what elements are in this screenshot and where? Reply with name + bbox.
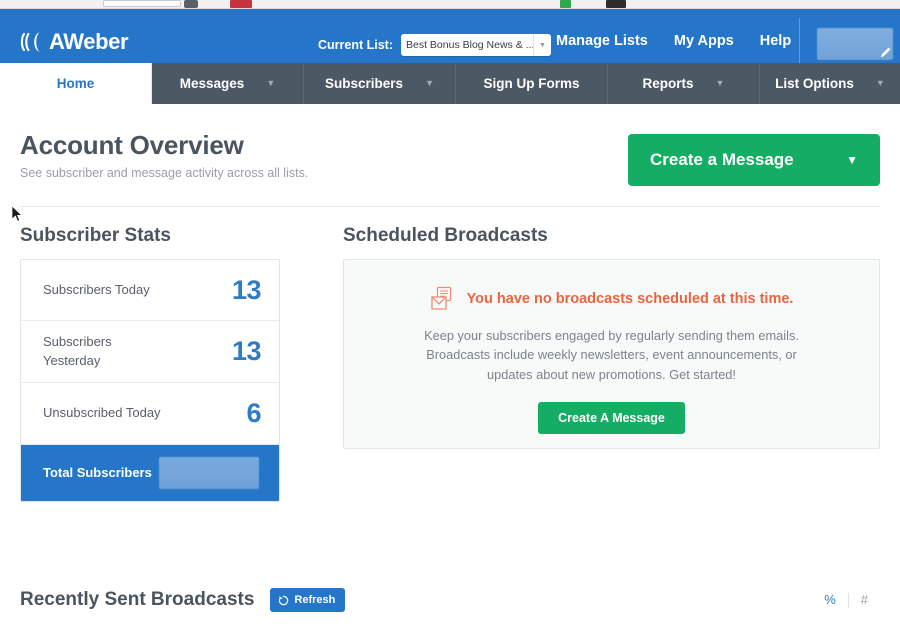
extension-icon[interactable] [184, 0, 198, 8]
stat-value: 13 [231, 336, 262, 366]
tab-sign-up-forms-label: Sign Up Forms [483, 76, 580, 91]
scheduled-broadcasts-empty-panel: You have no broadcasts scheduled at this… [343, 259, 880, 449]
browser-chrome-strip [0, 0, 900, 9]
stat-label: Total Subscribers [43, 464, 152, 480]
subscriber-stats-section: Subscriber Stats Subscribers Today 13 Su… [20, 225, 280, 502]
table-row[interactable]: Subscribers Yesterday 13 [21, 321, 279, 383]
chevron-down-icon: ▼ [425, 78, 434, 88]
header-link-help[interactable]: Help [760, 33, 791, 49]
tab-subscribers-label: Subscribers [325, 76, 404, 91]
toggle-percent[interactable]: % [812, 592, 848, 608]
scheduled-broadcasts-section: Scheduled Broadcasts You have no broadca… [343, 225, 880, 502]
chevron-down-icon: ▼ [875, 78, 885, 88]
aweber-logo[interactable]: AWeber [20, 29, 129, 55]
total-subscribers-value-redacted [159, 457, 259, 489]
recently-sent-title: Recently Sent Broadcasts [20, 589, 255, 610]
tab-reports-label: Reports [642, 76, 694, 91]
stat-label: Unsubscribed Today [43, 405, 161, 421]
tab-subscribers[interactable]: Subscribers ▼ [304, 63, 456, 104]
tab-list-options-label: List Options [775, 76, 854, 91]
chevron-down-icon: ▼ [846, 153, 858, 167]
page-header: Account Overview See subscriber and mess… [0, 104, 900, 186]
empty-state-headline-text: You have no broadcasts scheduled at this… [466, 291, 794, 307]
subscriber-stats-table: Subscribers Today 13 Subscribers Yesterd… [20, 259, 280, 502]
tab-list-options[interactable]: List Options ▼ [760, 63, 900, 104]
stat-value: 6 [246, 398, 261, 428]
extension-icon-dark[interactable] [606, 0, 626, 8]
create-a-message-label: Create a Message [650, 150, 794, 169]
caret-down-icon: ▼ [533, 34, 551, 56]
tab-home-label: Home [56, 76, 95, 91]
pencil-icon[interactable] [879, 45, 893, 59]
omnibox-field[interactable] [103, 0, 181, 7]
toggle-count[interactable]: # [849, 592, 880, 608]
tab-reports[interactable]: Reports ▼ [608, 63, 760, 104]
recently-sent-broadcasts-header: Recently Sent Broadcasts Refresh % # [0, 588, 900, 612]
current-list-label: Current List: [318, 38, 393, 52]
current-list-group: Current List: Best Bonus Blog News & ...… [318, 34, 551, 56]
create-a-message-secondary-button[interactable]: Create A Message [538, 402, 685, 435]
empty-state-body: Keep your subscribers engaged by regular… [424, 328, 799, 382]
create-a-message-button[interactable]: Create a Message ▼ [628, 134, 880, 186]
refresh-button[interactable]: Refresh [270, 588, 346, 612]
scheduled-broadcasts-title: Scheduled Broadcasts [343, 225, 548, 246]
table-row-total-subscribers[interactable]: Total Subscribers [21, 445, 279, 501]
page-subtitle: See subscriber and message activity acro… [20, 166, 309, 180]
table-row[interactable]: Subscribers Today 13 [21, 260, 279, 321]
stat-value: 13 [231, 274, 262, 305]
header-link-manage-lists[interactable]: Manage Lists [556, 33, 648, 49]
brand-name: AWeber [49, 29, 129, 54]
table-row[interactable]: Unsubscribed Today 6 [21, 383, 279, 445]
empty-state-headline: You have no broadcasts scheduled at this… [368, 286, 855, 312]
page-title: Account Overview [20, 130, 244, 160]
tab-messages[interactable]: Messages ▼ [152, 63, 304, 104]
header-nav: Manage Lists My Apps Help [556, 33, 791, 49]
page-header-text: Account Overview See subscriber and mess… [20, 130, 308, 180]
chevron-down-icon: ▼ [715, 78, 725, 88]
tab-home[interactable]: Home [0, 63, 152, 104]
main-tab-bar: Home Messages ▼ Subscribers ▼ Sign Up Fo… [0, 63, 900, 104]
app-header: AWeber Current List: Best Bonus Blog New… [0, 9, 900, 72]
stat-label: Subscribers Yesterday [43, 334, 112, 368]
metric-toggle-group: % # [812, 592, 880, 608]
current-list-select[interactable]: Best Bonus Blog News & ... ▼ [401, 34, 551, 56]
extension-icon-green[interactable] [560, 0, 571, 8]
current-list-value: Best Bonus Blog News & ... [406, 39, 533, 51]
refresh-label: Refresh [294, 594, 336, 606]
tab-messages-label: Messages [179, 76, 245, 91]
stat-label: Subscribers Today [43, 281, 150, 297]
envelope-letter-icon [430, 286, 451, 310]
header-link-my-apps[interactable]: My Apps [674, 33, 734, 49]
page-content: Account Overview See subscriber and mess… [0, 104, 900, 502]
dashboard-columns: Subscriber Stats Subscribers Today 13 Su… [0, 207, 900, 502]
aweber-logo-icon [20, 32, 40, 52]
subscriber-stats-title: Subscriber Stats [20, 225, 171, 246]
tab-sign-up-forms[interactable]: Sign Up Forms [456, 63, 608, 104]
refresh-icon [279, 595, 289, 605]
chevron-down-icon: ▼ [266, 78, 276, 88]
extension-badge-red-icon[interactable] [230, 0, 252, 8]
